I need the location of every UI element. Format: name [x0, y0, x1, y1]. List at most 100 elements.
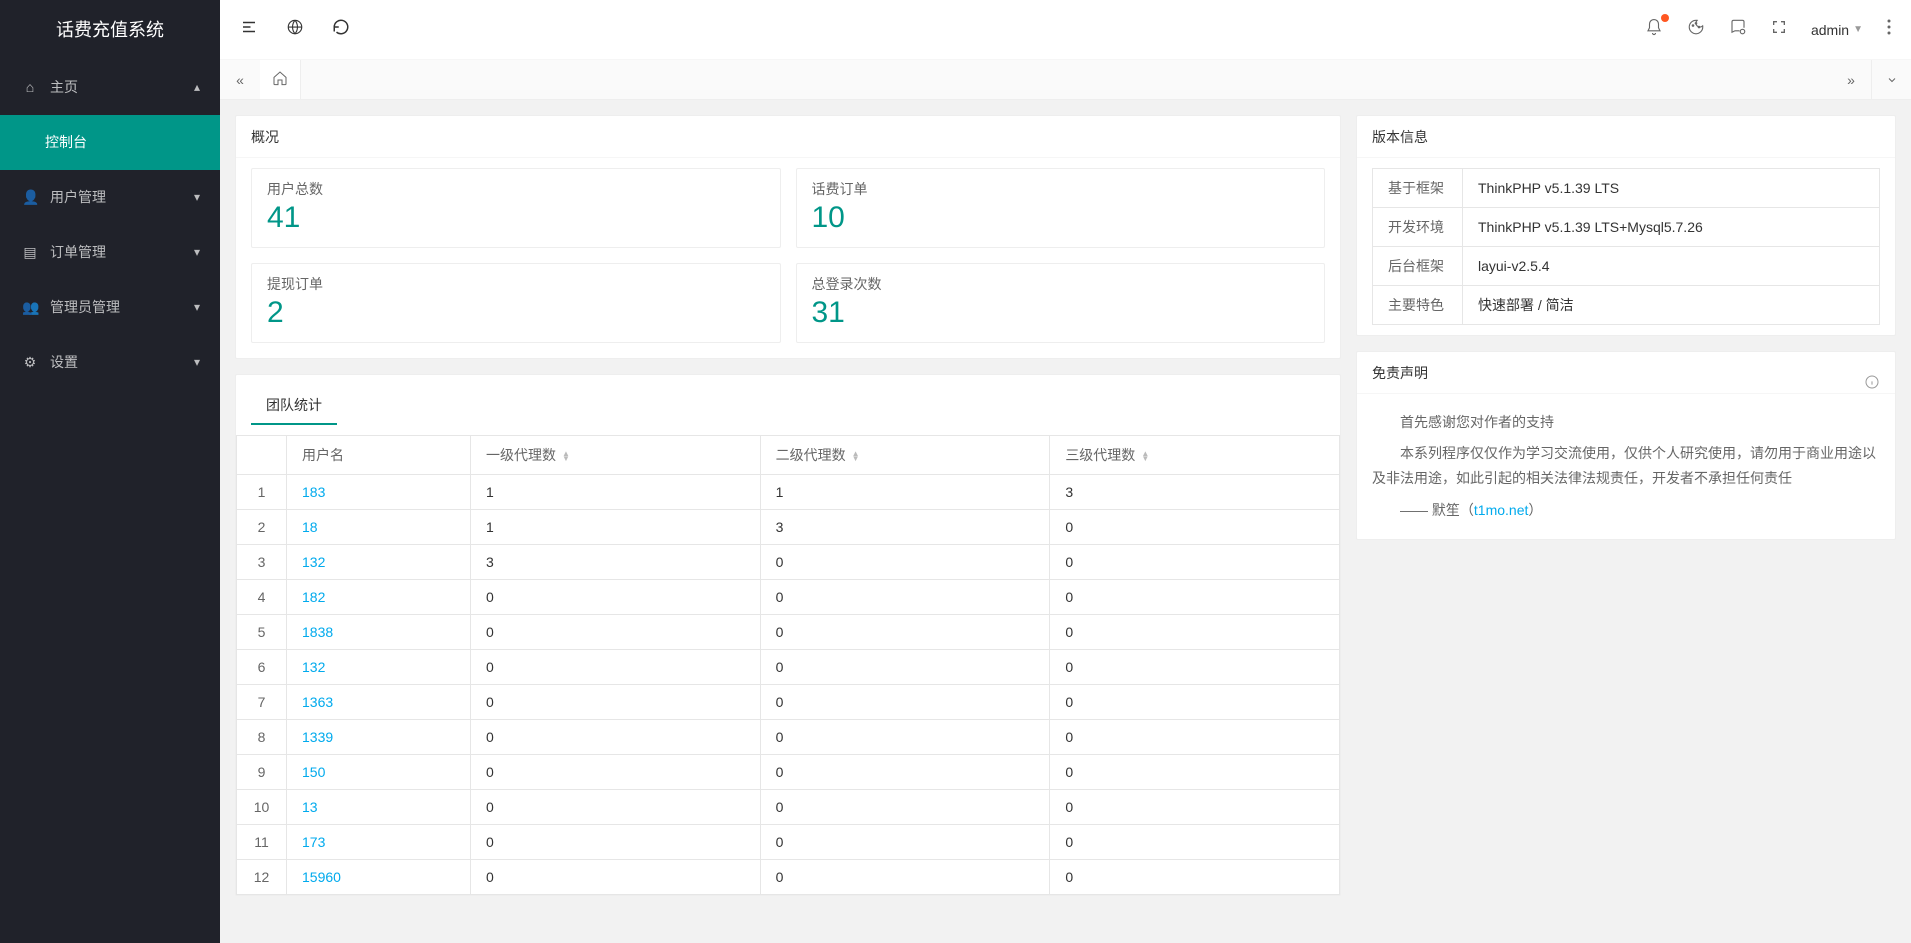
table-row: 1183113 [237, 475, 1340, 510]
stat-label: 用户总数 [267, 179, 765, 199]
nav-icon: 👤 [22, 170, 38, 225]
nav-icon: ⚙ [22, 335, 38, 390]
table-row: 1215960000 [237, 860, 1340, 895]
tab-more[interactable] [1871, 60, 1911, 99]
sort-icon: ▲▼ [562, 451, 570, 461]
refresh-icon[interactable] [332, 18, 350, 41]
user-link[interactable]: 1838 [302, 624, 333, 640]
table-header[interactable]: 用户名 [287, 436, 471, 475]
table-row: 9150000 [237, 755, 1340, 790]
table-row: 6132000 [237, 650, 1340, 685]
nav-icon: ⌂ [22, 60, 38, 115]
table-header[interactable]: 三级代理数▲▼ [1050, 436, 1340, 475]
table-row: 71363000 [237, 685, 1340, 720]
notification-icon[interactable] [1645, 18, 1663, 41]
tab-home[interactable] [260, 60, 301, 99]
sort-icon: ▲▼ [1141, 451, 1149, 461]
info-row: 主要特色快速部署 / 简洁 [1373, 286, 1880, 325]
info-row: 后台框架layui-v2.5.4 [1373, 247, 1880, 286]
stat-label: 话费订单 [812, 179, 1310, 199]
stat-value: 2 [267, 296, 765, 330]
table-header[interactable]: 一级代理数▲▼ [471, 436, 761, 475]
sidebar-item-label: 用户管理 [50, 170, 194, 225]
more-icon[interactable] [1887, 19, 1891, 40]
sidebar: 话费充值系统 ⌂主页▴控制台👤用户管理▾▤订单管理▾👥管理员管理▾⚙设置▾ [0, 0, 220, 943]
overview-title: 概况 [236, 116, 1340, 158]
user-link[interactable]: 132 [302, 659, 325, 675]
disclaimer-line: 首先感谢您对作者的支持 [1372, 410, 1880, 435]
disclaimer-line: 本系列程序仅仅作为学习交流使用，仅供个人研究使用，请勿用于商业用途以及非法用途，… [1372, 441, 1880, 491]
chevron-down-icon: ▾ [194, 280, 200, 335]
sidebar-item[interactable]: ⌂主页▴ [0, 60, 220, 115]
user-link[interactable]: 150 [302, 764, 325, 780]
team-tab[interactable]: 团队统计 [251, 385, 337, 425]
disclaimer-signature: —— 默笙（t1mo.net） [1372, 498, 1880, 523]
chevron-up-icon: ▴ [194, 60, 200, 115]
nav-icon: 👥 [22, 280, 38, 335]
stat-value: 31 [812, 296, 1310, 330]
version-card: 版本信息 基于框架ThinkPHP v5.1.39 LTS开发环境ThinkPH… [1356, 115, 1896, 336]
chevron-down-icon: ▾ [194, 170, 200, 225]
disclaimer-title: 免责声明 [1357, 352, 1895, 394]
user-link[interactable]: 183 [302, 484, 325, 500]
tab-scroll-right[interactable]: » [1831, 60, 1871, 99]
user-name: admin [1811, 22, 1849, 38]
table-row: 218130 [237, 510, 1340, 545]
author-link[interactable]: t1mo.net [1474, 502, 1528, 518]
overview-card: 概况 用户总数41话费订单10提现订单2总登录次数31 [235, 115, 1341, 359]
table-row: 81339000 [237, 720, 1340, 755]
table-row: 51838000 [237, 615, 1340, 650]
sidebar-item-label: 订单管理 [50, 225, 194, 280]
app-title: 话费充值系统 [0, 0, 220, 60]
stat-block: 提现订单2 [251, 263, 781, 343]
stat-value: 41 [267, 201, 765, 235]
globe-icon[interactable] [286, 18, 304, 41]
table-row: 1013000 [237, 790, 1340, 825]
sidebar-subitem[interactable]: 控制台 [0, 115, 220, 170]
version-table: 基于框架ThinkPHP v5.1.39 LTS开发环境ThinkPHP v5.… [1372, 168, 1880, 325]
note-icon[interactable] [1729, 18, 1747, 41]
tab-scroll-left[interactable]: « [220, 60, 260, 99]
disclaimer-card: 免责声明 首先感谢您对作者的支持 本系列程序仅仅作为学习交流使用，仅供个人研究使… [1356, 351, 1896, 540]
fullscreen-icon[interactable] [1771, 19, 1787, 40]
notification-dot [1661, 14, 1669, 22]
header: admin ▼ [220, 0, 1911, 60]
tab-bar: « » [220, 60, 1911, 100]
sidebar-item-label: 主页 [50, 60, 194, 115]
user-link[interactable]: 173 [302, 834, 325, 850]
user-link[interactable]: 13 [302, 799, 318, 815]
table-row: 11173000 [237, 825, 1340, 860]
sidebar-item-label: 设置 [50, 335, 194, 390]
version-title: 版本信息 [1357, 116, 1895, 158]
user-link[interactable]: 1339 [302, 729, 333, 745]
team-stats-card: 团队统计 用户名一级代理数▲▼二级代理数▲▼三级代理数▲▼ 1183113218… [235, 374, 1341, 896]
home-icon [272, 70, 288, 89]
stat-block: 用户总数41 [251, 168, 781, 248]
sidebar-item[interactable]: ▤订单管理▾ [0, 225, 220, 280]
table-header[interactable]: 二级代理数▲▼ [760, 436, 1050, 475]
sidebar-item-label: 管理员管理 [50, 280, 194, 335]
nav-icon: ▤ [22, 225, 38, 280]
stat-block: 话费订单10 [796, 168, 1326, 248]
table-row: 4182000 [237, 580, 1340, 615]
sidebar-item[interactable]: 👤用户管理▾ [0, 170, 220, 225]
theme-icon[interactable] [1687, 18, 1705, 41]
user-link[interactable]: 132 [302, 554, 325, 570]
stat-label: 总登录次数 [812, 274, 1310, 294]
user-link[interactable]: 18 [302, 519, 318, 535]
sidebar-item[interactable]: 👥管理员管理▾ [0, 280, 220, 335]
info-icon[interactable] [1864, 364, 1880, 406]
user-link[interactable]: 15960 [302, 869, 341, 885]
info-row: 开发环境ThinkPHP v5.1.39 LTS+Mysql5.7.26 [1373, 208, 1880, 247]
chevron-down-icon: ▼ [1853, 24, 1863, 35]
stat-value: 10 [812, 201, 1310, 235]
stat-label: 提现订单 [267, 274, 765, 294]
user-link[interactable]: 182 [302, 589, 325, 605]
sidebar-item[interactable]: ⚙设置▾ [0, 335, 220, 390]
toggle-sidebar-icon[interactable] [240, 18, 258, 41]
user-link[interactable]: 1363 [302, 694, 333, 710]
chevron-down-icon: ▾ [194, 225, 200, 280]
table-row: 3132300 [237, 545, 1340, 580]
sort-icon: ▲▼ [852, 451, 860, 461]
user-menu[interactable]: admin ▼ [1811, 22, 1863, 38]
